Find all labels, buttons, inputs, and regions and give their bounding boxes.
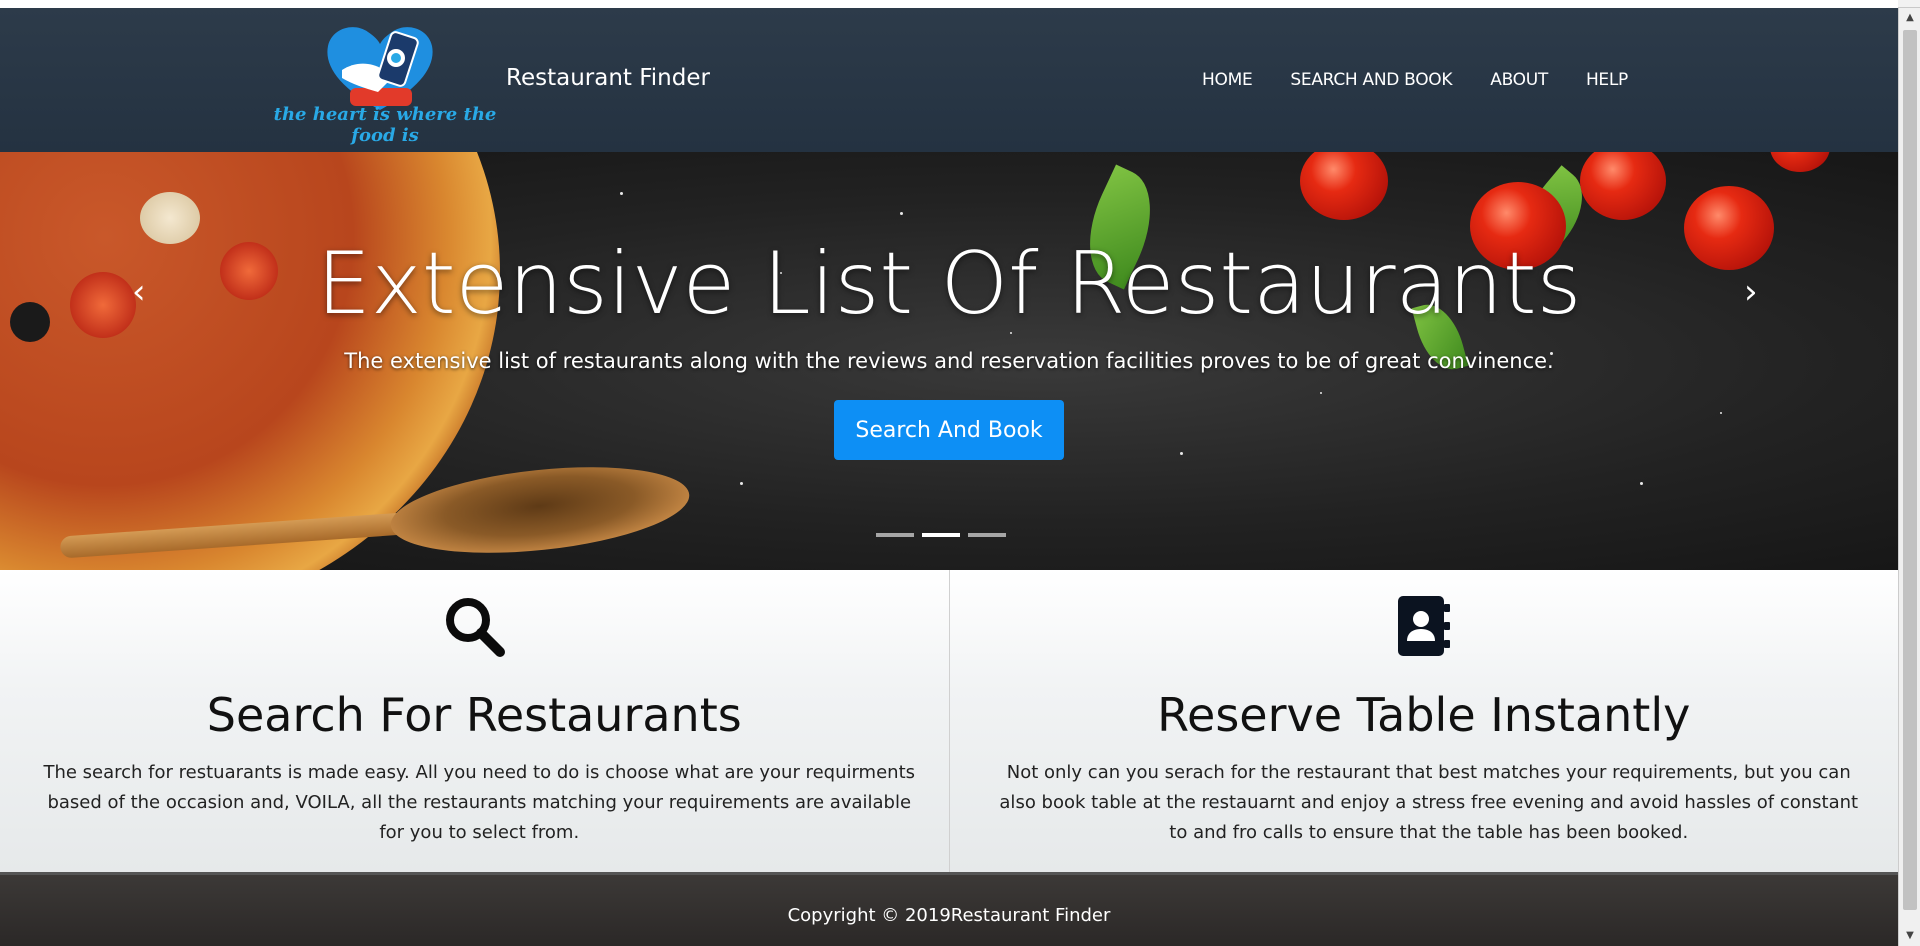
nav-help[interactable]: HELP xyxy=(1586,70,1628,90)
tomato xyxy=(1580,152,1666,220)
flour-speck xyxy=(1720,412,1722,414)
feature-reserve: Reserve Table Instantly Not only can you… xyxy=(948,570,1899,872)
footer: Copyright © 2019Restaurant Finder xyxy=(0,872,1898,946)
hero-carousel: ‹ › Extensive List Of Restaurants The ex… xyxy=(0,152,1898,570)
feature-search: Search For Restaurants The search for re… xyxy=(0,570,949,872)
carousel-indicator-3[interactable] xyxy=(968,533,1006,537)
feature-title: Search For Restaurants xyxy=(206,688,742,742)
feature-description: The search for restuarants is made easy.… xyxy=(43,762,916,843)
search-icon xyxy=(446,598,506,657)
logo-heart-icon xyxy=(327,27,433,110)
hero-title: Extensive List Of Restaurants xyxy=(316,234,1582,334)
flour-speck xyxy=(1640,482,1643,485)
flour-speck xyxy=(740,482,743,485)
brand-name[interactable]: Restaurant Finder xyxy=(506,65,710,91)
page-scrollbar[interactable]: ▲ ▼ xyxy=(1898,8,1920,946)
tomato xyxy=(1770,152,1830,172)
feature-title: Reserve Table Instantly xyxy=(1157,688,1691,742)
carousel-indicators xyxy=(876,533,1006,537)
nav-search-and-book[interactable]: SEARCH AND BOOK xyxy=(1290,70,1452,90)
carousel-indicator-1[interactable] xyxy=(876,533,914,537)
flour-speck xyxy=(620,192,623,195)
navbar: the heart is where the food is Restauran… xyxy=(0,8,1898,152)
features-section: Search For Restaurants The search for re… xyxy=(0,570,1898,872)
feature-description: Not only can you serach for the restaura… xyxy=(999,762,1859,843)
carousel-indicator-2[interactable] xyxy=(922,533,960,537)
scroll-up-icon[interactable]: ▲ xyxy=(1899,8,1920,28)
scrollbar-thumb[interactable] xyxy=(1903,30,1917,910)
address-book-icon xyxy=(1397,596,1450,656)
nav-home[interactable]: HOME xyxy=(1202,70,1253,90)
wooden-spoon-head xyxy=(386,454,694,566)
logo[interactable]: the heart is where the food is xyxy=(265,18,505,150)
flour-speck xyxy=(1320,392,1322,394)
scroll-down-icon[interactable]: ▼ xyxy=(1899,926,1920,946)
flour-speck xyxy=(900,212,903,215)
flour-speck xyxy=(1180,452,1183,455)
search-and-book-button[interactable]: Search And Book xyxy=(834,400,1064,460)
nav-about[interactable]: ABOUT xyxy=(1490,70,1548,90)
logo-tagline: the heart is where the food is xyxy=(273,104,497,146)
hero-subtitle: The extensive list of restaurants along … xyxy=(344,349,1554,373)
main-nav: HOME SEARCH AND BOOK ABOUT HELP xyxy=(1202,70,1628,90)
tomato xyxy=(1300,152,1388,220)
page: the heart is where the food is Restauran… xyxy=(0,0,1898,946)
copyright-text: Copyright © 2019Restaurant Finder xyxy=(787,905,1111,926)
